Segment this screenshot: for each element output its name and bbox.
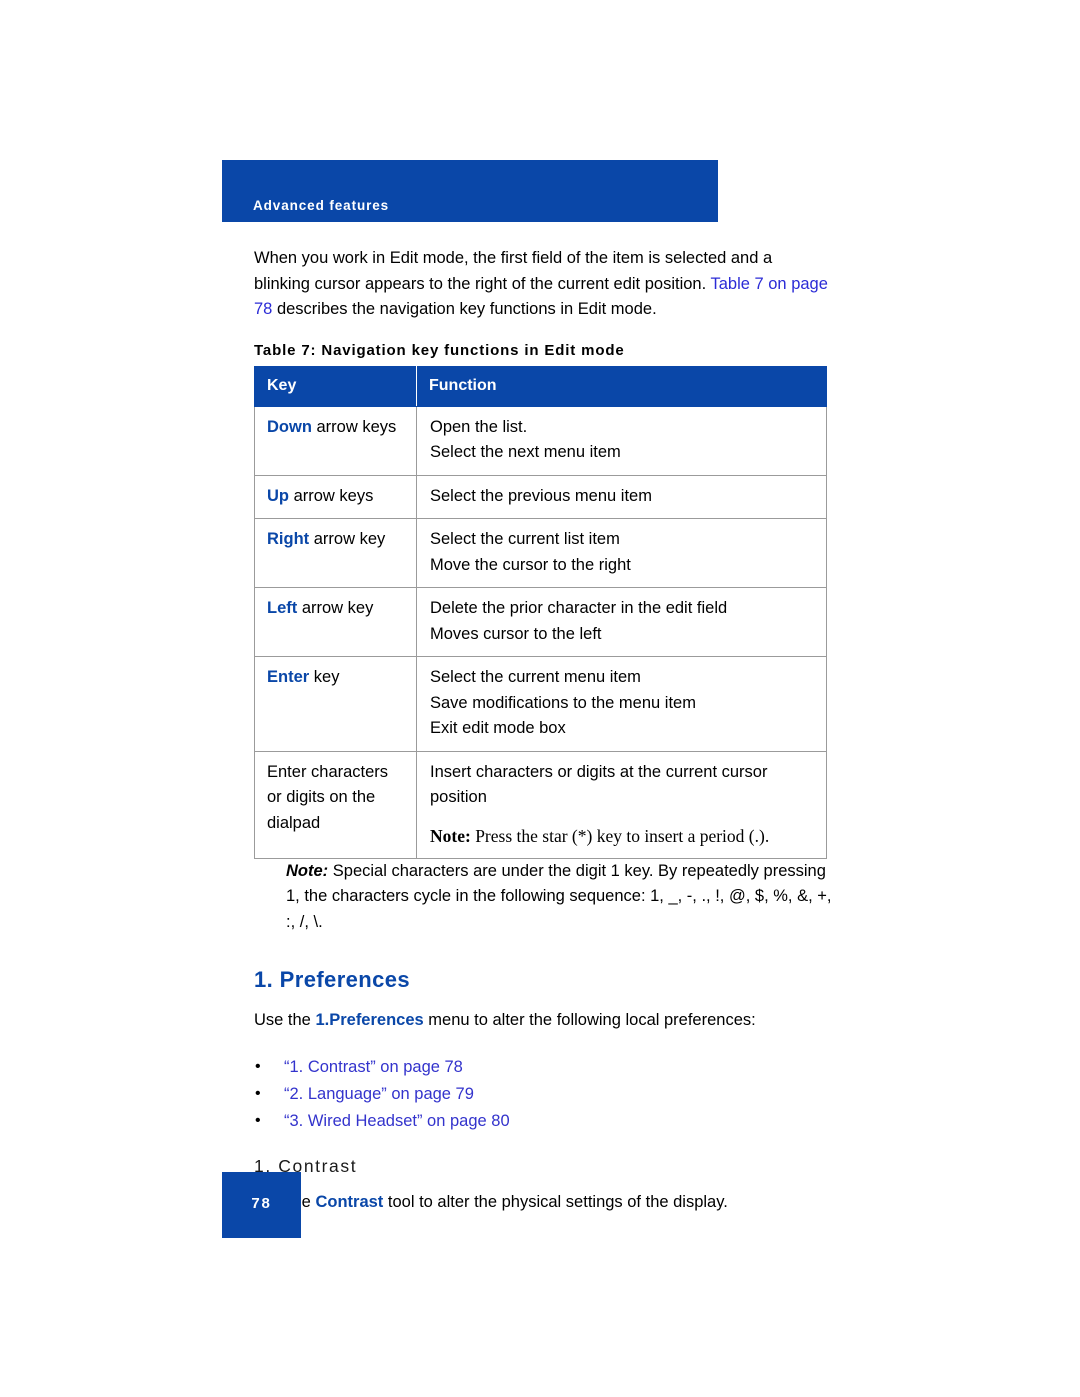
list-item: • “2. Language” on page 79 [254,1081,834,1107]
function-line: Move the cursor to the right [430,555,631,574]
contrast-body-after: tool to alter the physical settings of t… [383,1192,728,1211]
column-header-function: Function [416,365,827,407]
table-row: Up arrow keys Select the previous menu i… [254,474,827,519]
bullet-icon: • [255,1057,261,1075]
table-cell-key: Up arrow keys [254,474,417,519]
bullet-icon: • [255,1084,261,1102]
page-content: When you work in Edit mode, the first fi… [254,246,834,1215]
column-header-key: Key [254,365,417,407]
function-line: Save modifications to the menu item [430,693,696,712]
list-item: • “1. Contrast” on page 78 [254,1054,834,1080]
preferences-menu-name: 1.Preferences [315,1011,424,1029]
note-label: Note: [430,825,471,846]
table-cell-function: Open the list. Select the next menu item [416,405,827,476]
table-caption: Table 7: Navigation key functions in Edi… [254,341,625,359]
function-line: Open the list. [430,417,528,436]
preferences-link-list: • “1. Contrast” on page 78 • “2. Language”… [254,1054,834,1134]
page-header-banner: Advanced features [222,160,718,222]
key-name: Down [267,417,312,436]
table-cell-key: Enter key [254,656,417,752]
special-characters-note: Note: Special characters are under the d… [254,859,841,936]
function-line: Exit edit mode box [430,719,566,737]
table-cell-key: Left arrow key [254,587,417,657]
key-suffix: arrow keys [311,417,397,436]
table-cell-key: Down arrow keys [254,405,417,476]
note-body: Special characters are under the digit 1… [286,861,832,931]
list-item: • “3. Wired Headset” on page 80 [254,1108,834,1134]
table-cell-note: Note: Press the star (*) key to insert a… [430,824,816,849]
function-line: Moves cursor to the left [430,624,602,643]
key-name: Right [267,530,310,548]
table-cell-key: Right arrow key [254,518,417,588]
table-cell-key: Enter characters or digits on the dialpa… [254,750,417,859]
navigation-key-functions-table: Key Function Down arrow keys Open the li… [254,365,827,859]
note-label: Note: [286,861,329,880]
key-name: Up [267,486,289,505]
bullet-icon: • [255,1111,261,1129]
intro-text-part1: When you work in Edit mode, the first fi… [254,249,773,293]
contrast-link[interactable]: “1. Contrast” on page 78 [284,1058,463,1076]
function-line: Select the previous menu item [430,486,652,505]
table-row: Right arrow key Select the current list … [254,518,827,588]
function-line: Select the next menu item [430,443,621,461]
table-row: Down arrow keys Open the list. Select th… [254,405,827,476]
key-name: Left [267,599,298,617]
preferences-intro-paragraph: Use the 1.Preferences menu to alter the … [254,1008,834,1034]
function-line: Select the current list item [430,530,620,548]
table-cell-function: Select the previous menu item [416,474,827,519]
table-cell-function: Delete the prior character in the edit f… [416,587,827,657]
key-suffix: key [309,668,340,686]
sub-heading-contrast: 1. Contrast [254,1155,358,1176]
key-suffix: Enter characters or digits on the dialpa… [267,762,389,832]
function-line: Select the current menu item [430,668,641,686]
table-header-row: Key Function [254,365,827,407]
key-suffix: arrow keys [289,486,374,505]
preferences-intro-before: Use the [254,1011,316,1029]
note-body: Press the star (*) key to insert a perio… [470,825,770,846]
section-heading-preferences: 1. Preferences [254,967,411,992]
language-link[interactable]: “2. Language” on page 79 [284,1085,474,1103]
intro-paragraph: When you work in Edit mode, the first fi… [254,246,832,323]
table-cell-function: Select the current menu item Save modifi… [416,656,827,752]
key-name: Enter [267,668,310,686]
page-number-footer: 78 [222,1172,301,1238]
intro-text-part2: describes the navigation key functions i… [272,300,657,318]
wired-headset-link[interactable]: “3. Wired Headset” on page 80 [284,1112,510,1130]
header-title: Advanced features [253,198,390,213]
page-number: 78 [251,1195,272,1212]
preferences-intro-after: menu to alter the following local prefer… [423,1011,756,1029]
function-line: Insert characters or digits at the curre… [430,762,768,807]
function-line: Delete the prior character in the edit f… [430,599,728,617]
key-suffix: arrow key [309,530,386,548]
contrast-body-paragraph: Use the Contrast tool to alter the physi… [254,1190,834,1216]
table-row: Enter key Select the current menu item S… [254,656,827,752]
table-row: Enter characters or digits on the dialpa… [254,750,827,859]
table-row: Left arrow key Delete the prior characte… [254,587,827,657]
table-cell-function: Select the current list item Move the cu… [416,518,827,588]
table-cell-function: Insert characters or digits at the curre… [416,750,827,859]
contrast-tool-name: Contrast [315,1192,384,1211]
key-suffix: arrow key [297,599,374,617]
